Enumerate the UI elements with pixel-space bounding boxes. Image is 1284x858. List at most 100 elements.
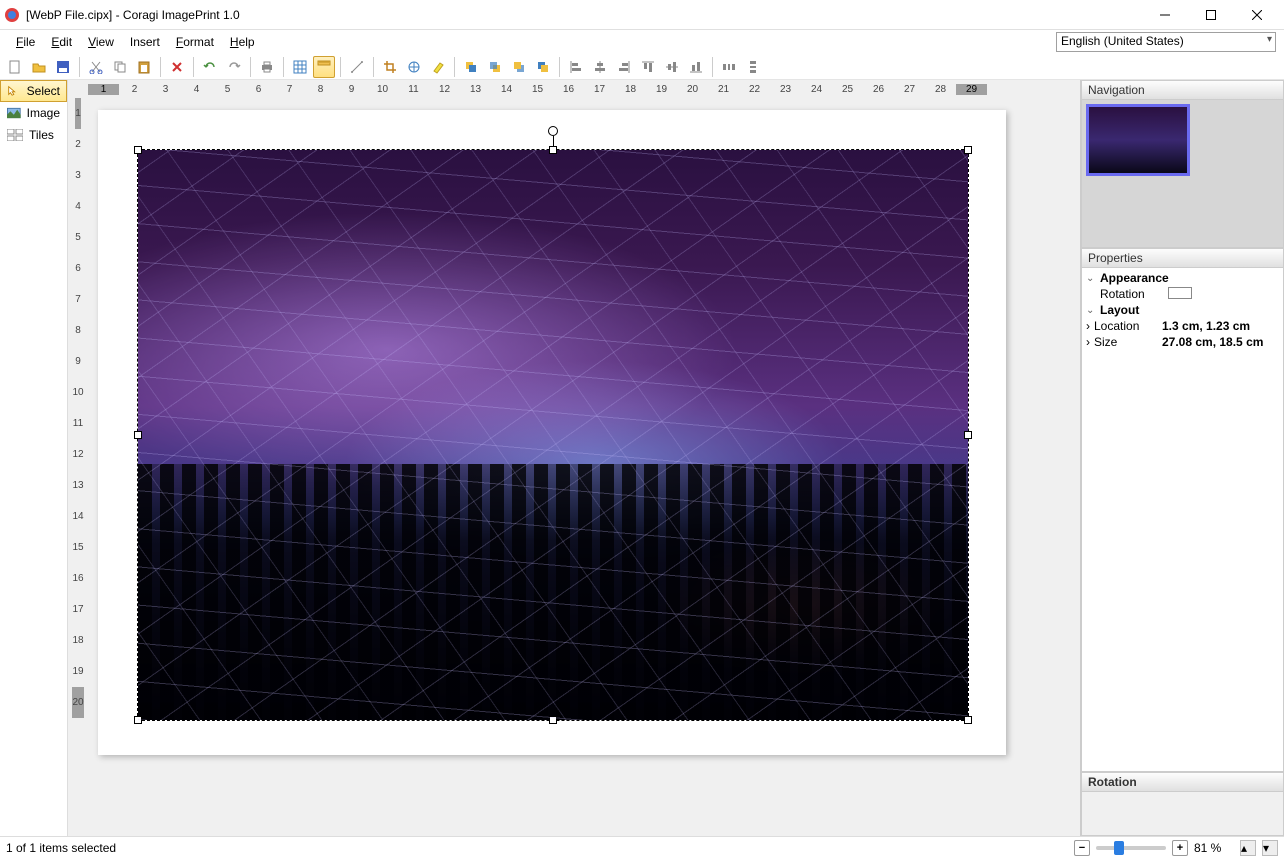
cut-button[interactable] <box>85 56 107 78</box>
navigation-header: Navigation <box>1081 80 1284 100</box>
vruler-tick: 5 <box>75 222 81 253</box>
resize-handle-ml[interactable] <box>134 431 142 439</box>
undo-button[interactable] <box>199 56 221 78</box>
hruler-tick: 17 <box>584 84 615 95</box>
adjust-button[interactable] <box>403 56 425 78</box>
grid-button[interactable] <box>289 56 311 78</box>
save-button[interactable] <box>52 56 74 78</box>
measure-button[interactable] <box>346 56 368 78</box>
resize-handle-mr[interactable] <box>964 431 972 439</box>
hruler-tick: 20 <box>677 84 708 95</box>
tool-image-label: Image <box>27 106 60 120</box>
scroll-down-button[interactable]: ▾ <box>1262 840 1278 856</box>
resize-handle-bm[interactable] <box>549 716 557 724</box>
tool-image[interactable]: Image <box>0 102 67 124</box>
resize-handle-bl[interactable] <box>134 716 142 724</box>
prop-rotation[interactable]: Rotation <box>1084 286 1281 302</box>
hruler-tick: 13 <box>460 84 491 95</box>
bring-front-button[interactable] <box>460 56 482 78</box>
align-right-button[interactable] <box>613 56 635 78</box>
selected-image[interactable] <box>138 150 968 720</box>
scroll-up-button[interactable]: ▴ <box>1240 840 1256 856</box>
vruler-tick: 7 <box>75 284 81 315</box>
prop-size[interactable]: ›Size27.08 cm, 18.5 cm <box>1084 334 1281 350</box>
menu-file[interactable]: File <box>8 33 43 51</box>
hruler-tick: 11 <box>398 84 429 95</box>
group-layout[interactable]: ⌄Layout <box>1084 302 1281 318</box>
bring-forward-button[interactable] <box>484 56 506 78</box>
new-button[interactable] <box>4 56 26 78</box>
paste-button[interactable] <box>133 56 155 78</box>
menu-insert[interactable]: Insert <box>122 33 168 51</box>
minimize-button[interactable] <box>1142 0 1188 30</box>
align-middle-button[interactable] <box>661 56 683 78</box>
vertical-ruler[interactable]: 1234567891011121314151617181920 <box>68 98 88 836</box>
hruler-tick: 1 <box>88 84 119 95</box>
navigator-thumbnail[interactable] <box>1086 104 1190 176</box>
menu-edit[interactable]: Edit <box>43 33 80 51</box>
open-button[interactable] <box>28 56 50 78</box>
hruler-tick: 7 <box>274 84 305 95</box>
vruler-tick: 1 <box>75 98 81 129</box>
rulers-button[interactable] <box>313 56 335 78</box>
resize-handle-tm[interactable] <box>549 146 557 154</box>
tool-select-label: Select <box>27 84 60 98</box>
distribute-v-button[interactable] <box>742 56 764 78</box>
align-bottom-button[interactable] <box>685 56 707 78</box>
hruler-tick: 5 <box>212 84 243 95</box>
pointer-icon <box>7 85 21 97</box>
zoom-slider[interactable] <box>1096 846 1166 850</box>
zoom-in-button[interactable]: + <box>1172 840 1188 856</box>
redo-button[interactable] <box>223 56 245 78</box>
align-center-button[interactable] <box>589 56 611 78</box>
maximize-button[interactable] <box>1188 0 1234 30</box>
copy-button[interactable] <box>109 56 131 78</box>
hruler-tick: 10 <box>367 84 398 95</box>
vruler-tick: 2 <box>75 129 81 160</box>
vruler-tick: 15 <box>72 532 83 563</box>
print-button[interactable] <box>256 56 278 78</box>
align-left-button[interactable] <box>565 56 587 78</box>
delete-button[interactable] <box>166 56 188 78</box>
language-select[interactable]: English (United States) <box>1056 32 1276 52</box>
close-button[interactable] <box>1234 0 1280 30</box>
tiles-icon <box>7 129 23 141</box>
hruler-tick: 8 <box>305 84 336 95</box>
zoom-slider-thumb[interactable] <box>1114 841 1124 855</box>
align-top-button[interactable] <box>637 56 659 78</box>
rotation-swatch[interactable] <box>1168 287 1192 299</box>
chevron-right-icon: › <box>1086 335 1090 349</box>
send-back-button[interactable] <box>532 56 554 78</box>
distribute-h-button[interactable] <box>718 56 740 78</box>
horizontal-ruler[interactable]: 1234567891011121314151617181920212223242… <box>88 80 1080 98</box>
resize-handle-tr[interactable] <box>964 146 972 154</box>
resize-handle-tl[interactable] <box>134 146 142 154</box>
hruler-tick: 29 <box>956 84 987 95</box>
right-panel: Navigation Properties ⌄Appearance Rotati… <box>1080 80 1284 836</box>
hruler-tick: 9 <box>336 84 367 95</box>
vruler-tick: 14 <box>72 501 83 532</box>
rotation-handle[interactable] <box>548 126 558 136</box>
highlight-button[interactable] <box>427 56 449 78</box>
title-bar: [WebP File.cipx] - Coragi ImagePrint 1.0 <box>0 0 1284 30</box>
menu-help[interactable]: Help <box>222 33 263 51</box>
navigation-body[interactable] <box>1081 100 1284 248</box>
canvas-area[interactable]: 1234567891011121314151617181920212223242… <box>68 80 1080 836</box>
hruler-tick: 15 <box>522 84 553 95</box>
group-appearance[interactable]: ⌄Appearance <box>1084 270 1281 286</box>
zoom-out-button[interactable]: − <box>1074 840 1090 856</box>
hruler-tick: 25 <box>832 84 863 95</box>
menu-view[interactable]: View <box>80 33 122 51</box>
prop-location[interactable]: ›Location1.3 cm, 1.23 cm <box>1084 318 1281 334</box>
hruler-tick: 3 <box>150 84 181 95</box>
send-backward-button[interactable] <box>508 56 530 78</box>
image-icon <box>7 107 21 119</box>
zoom-controls: − + 81 % ▴ ▾ <box>1074 840 1278 856</box>
resize-handle-br[interactable] <box>964 716 972 724</box>
status-selection: 1 of 1 items selected <box>6 841 116 855</box>
crop-button[interactable] <box>379 56 401 78</box>
tool-tiles[interactable]: Tiles <box>0 124 67 146</box>
tool-select[interactable]: Select <box>0 80 67 102</box>
page[interactable] <box>98 110 1006 755</box>
menu-format[interactable]: Format <box>168 33 222 51</box>
